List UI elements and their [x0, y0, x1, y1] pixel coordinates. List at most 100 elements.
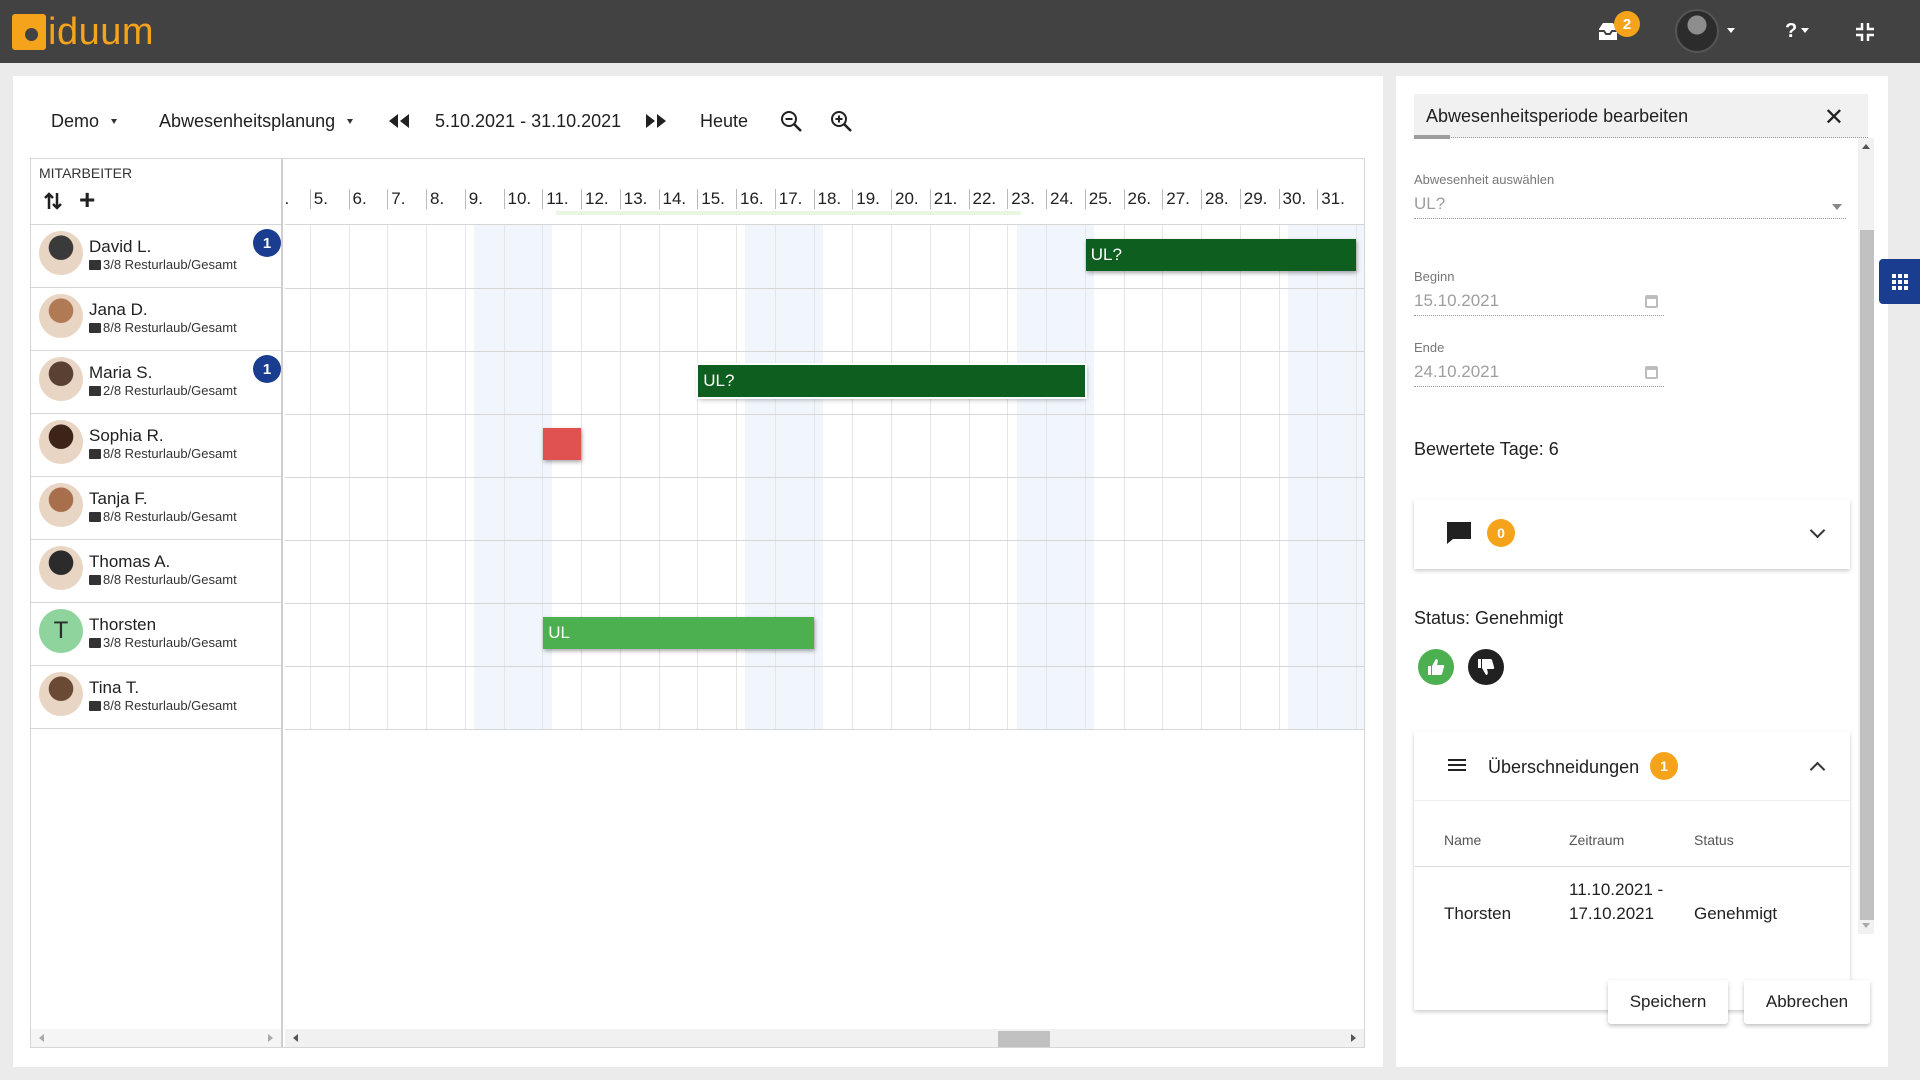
sort-icon [44, 192, 62, 210]
start-date-label: Beginn [1414, 269, 1455, 284]
employee-row[interactable]: David L. 3/8 Resturlaub/Gesamt 1 [31, 225, 281, 288]
today-button[interactable]: Heute [700, 96, 748, 146]
chevron-up-icon[interactable] [1809, 761, 1826, 778]
absence-type-select[interactable]: UL? [1414, 194, 1846, 219]
save-button[interactable]: Speichern [1608, 980, 1728, 1024]
zoom-in-icon [831, 111, 852, 132]
start-date-field[interactable]: 15.10.2021 [1414, 291, 1664, 316]
row-gridline [285, 477, 1364, 478]
scroll-right-icon[interactable] [1351, 1034, 1356, 1042]
calendar-icon[interactable] [1645, 366, 1658, 379]
sort-button[interactable] [43, 191, 63, 216]
previous-period-button[interactable] [387, 96, 411, 146]
inbox-count-badge: 2 [1614, 11, 1640, 37]
apps-grid-icon [1891, 273, 1908, 290]
row-gridline [285, 414, 1364, 415]
cancel-button[interactable]: Abbrechen [1744, 980, 1870, 1024]
absence-bar[interactable]: UL [543, 617, 814, 649]
user-menu-caret-icon[interactable] [1727, 28, 1735, 33]
col-header-period: Zeitraum [1569, 832, 1625, 848]
zoom-in-button[interactable] [829, 96, 853, 146]
end-date-label: Ende [1414, 340, 1445, 355]
chevron-down-icon [111, 118, 118, 124]
app-logo[interactable]: iduum [12, 13, 154, 51]
close-icon[interactable]: ✕ [1824, 103, 1844, 132]
thumb-up-icon [1428, 659, 1445, 675]
employee-column: MITARBEITER + David L. 3/8 Resturlaub/Ges… [31, 159, 283, 1047]
suitcase-icon [89, 385, 101, 396]
employee-row[interactable]: Tina T. 8/8 Resturlaub/Gesamt [31, 666, 281, 729]
employee-row[interactable]: Thomas A. 8/8 Resturlaub/Gesamt [31, 540, 281, 603]
overlap-name: Thorsten [1444, 904, 1512, 923]
absence-type-label: Abwesenheit auswählen [1414, 172, 1555, 187]
vacation-balance-text: 3/8 Resturlaub/Gesamt [103, 257, 237, 272]
day-label: 22. [968, 189, 996, 209]
scrollbar-thumb[interactable] [1860, 230, 1874, 920]
zoom-out-button[interactable] [779, 96, 803, 146]
absence-bar[interactable]: UL? [696, 363, 1087, 399]
absence-bar[interactable] [543, 428, 581, 460]
chevron-down-icon[interactable] [1809, 522, 1826, 539]
suitcase-icon [89, 322, 101, 333]
day-label: 26. [1123, 189, 1151, 209]
absence-bar[interactable]: UL? [1085, 239, 1356, 271]
employee-column-header: MITARBEITER + [31, 159, 281, 225]
end-date-field[interactable]: 24.10.2021 [1414, 362, 1664, 387]
comments-card[interactable]: 0 [1414, 499, 1850, 569]
suitcase-icon [89, 448, 101, 459]
vacation-balance: 8/8 Resturlaub/Gesamt [89, 446, 237, 461]
day-label: 27. [1162, 189, 1190, 209]
timeline-scrollbar[interactable] [285, 1029, 1364, 1047]
overlap-status: Genehmigt [1694, 904, 1778, 923]
employee-row[interactable]: Jana D. 8/8 Resturlaub/Gesamt [31, 288, 281, 351]
comments-count-badge: 0 [1487, 519, 1515, 547]
day-label: 29. [1239, 189, 1267, 209]
add-employee-button[interactable]: + [79, 186, 95, 214]
employee-row[interactable]: Sophia R. 8/8 Resturlaub/Gesamt [31, 414, 281, 477]
vacation-balance: 2/8 Resturlaub/Gesamt [89, 383, 237, 398]
employee-scrollbar[interactable] [31, 1029, 281, 1047]
apps-button[interactable] [1879, 259, 1920, 304]
suitcase-icon [89, 259, 101, 270]
day-label: 16. [736, 189, 764, 209]
employee-row[interactable]: Tanja F. 8/8 Resturlaub/Gesamt [31, 477, 281, 540]
avatar [39, 546, 83, 590]
scrollbar-thumb[interactable] [998, 1031, 1050, 1047]
rated-days: Bewertete Tage: 6 [1414, 439, 1559, 459]
next-period-button[interactable] [644, 96, 668, 146]
calendar-icon[interactable] [1645, 295, 1658, 308]
view-select[interactable]: Abwesenheitsplanung [159, 96, 354, 146]
reject-button[interactable] [1468, 649, 1504, 685]
scroll-down-icon[interactable] [1862, 923, 1870, 928]
user-avatar[interactable] [1675, 9, 1719, 53]
vacation-balance-text: 3/8 Resturlaub/Gesamt [103, 635, 237, 650]
employee-row[interactable]: Maria S. 2/8 Resturlaub/Gesamt 1 [31, 351, 281, 414]
help-button[interactable]: ? [1785, 0, 1797, 63]
compress-button[interactable] [1854, 0, 1876, 63]
day-label: 9. [464, 189, 483, 209]
status-text: Status: Genehmigt [1414, 608, 1564, 628]
day-label: 28. [1201, 189, 1229, 209]
overlaps-card: Überschneidungen 1 Name Zeitraum Status … [1414, 732, 1850, 1010]
help-caret-icon[interactable] [1801, 28, 1809, 33]
vacation-balance: 8/8 Resturlaub/Gesamt [89, 320, 237, 335]
day-label: 21. [929, 189, 957, 209]
company-select[interactable]: Demo [51, 96, 118, 146]
pending-requests-badge[interactable]: 1 [253, 355, 281, 383]
end-date-value: 24.10.2021 [1414, 362, 1500, 381]
vacation-balance: 8/8 Resturlaub/Gesamt [89, 698, 237, 713]
panel-scrollbar[interactable] [1858, 138, 1874, 934]
scroll-up-icon[interactable] [1862, 144, 1870, 149]
scroll-right-icon[interactable] [268, 1034, 273, 1042]
overlaps-title: Überschneidungen [1488, 757, 1640, 777]
employee-name: Jana D. [89, 300, 148, 319]
employee-name: Thomas A. [89, 552, 171, 571]
vacation-balance: 8/8 Resturlaub/Gesamt [89, 572, 237, 587]
day-label: 12. [581, 189, 609, 209]
employee-row[interactable]: T Thorsten 3/8 Resturlaub/Gesamt [31, 603, 281, 666]
scroll-left-icon[interactable] [39, 1034, 44, 1042]
day-label: 19. [852, 189, 880, 209]
approve-button[interactable] [1418, 649, 1454, 685]
scroll-left-icon[interactable] [293, 1034, 298, 1042]
pending-requests-badge[interactable]: 1 [253, 229, 281, 257]
